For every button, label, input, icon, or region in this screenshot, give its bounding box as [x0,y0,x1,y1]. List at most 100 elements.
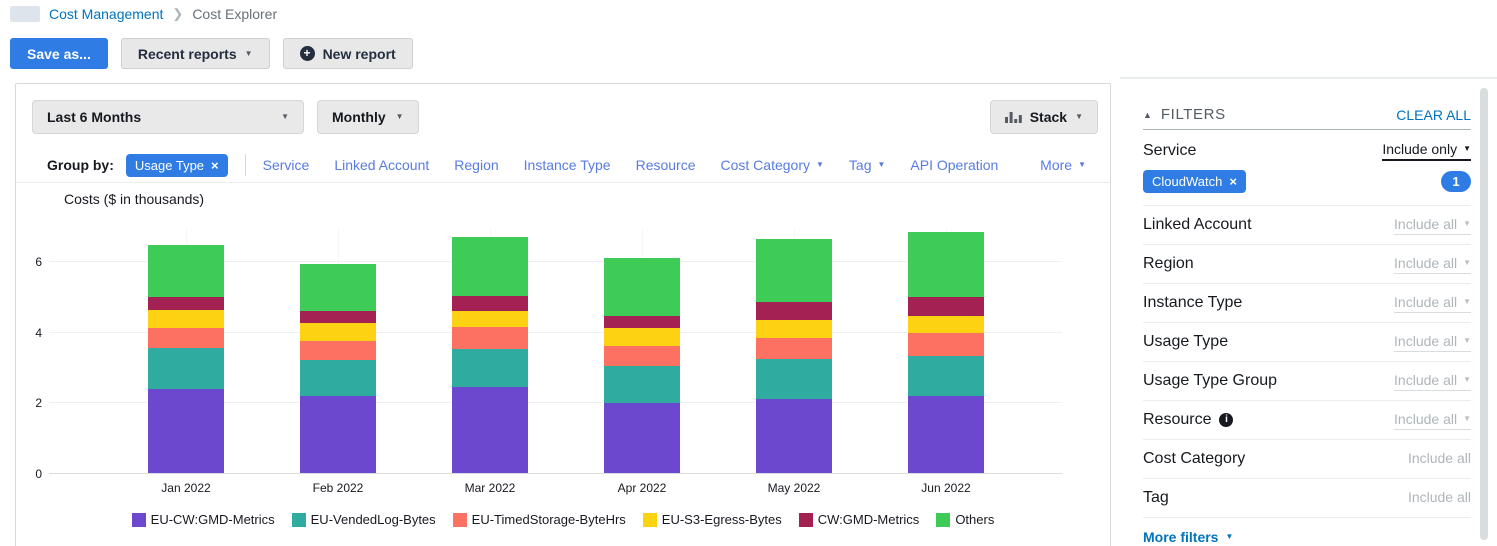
more-filters-link[interactable]: More filters ▼ [1143,529,1233,545]
group-by-link-tag[interactable]: Tag ▼ [849,157,886,173]
filter-label-usage-type: Usage Type [1143,333,1228,351]
filter-chip-cloudwatch[interactable]: CloudWatch × [1143,170,1246,193]
bar-segment-cw-gmd-metrics[interactable] [756,302,832,321]
stacked-bar-apr-2022[interactable] [604,257,680,473]
bar-segment-others[interactable] [908,231,984,297]
bar-segment-eu-s3-egress-bytes[interactable] [452,311,528,328]
stacked-bar-may-2022[interactable] [756,239,832,473]
bar-segment-others[interactable] [452,237,528,297]
filter-mode-region[interactable]: Include all ▼ [1394,255,1471,274]
bar-segment-eu-s3-egress-bytes[interactable] [148,309,224,328]
bar-segment-eu-vendedlog-bytes[interactable] [908,356,984,396]
bar-segment-others[interactable] [300,263,376,311]
legend-item-cw-gmd-metrics: CW:GMD-Metrics [798,512,919,527]
group-by-link-service[interactable]: Service [263,157,310,173]
bar-segment-eu-cw-gmd-metrics[interactable] [300,396,376,473]
group-by-label: Group by: [47,157,114,173]
bar-segment-eu-timedstorage-bytehrs[interactable] [756,338,832,360]
recent-reports-label: Recent reports [137,45,237,62]
filter-label-linked-account: Linked Account [1143,216,1252,234]
bar-segment-eu-vendedlog-bytes[interactable] [452,349,528,387]
bar-segment-cw-gmd-metrics[interactable] [452,296,528,312]
group-by-link-region[interactable]: Region [454,157,498,173]
bar-segment-eu-timedstorage-bytehrs[interactable] [604,345,680,367]
bar-segment-eu-s3-egress-bytes[interactable] [908,315,984,333]
x-axis-label: Feb 2022 [312,481,364,495]
bar-segment-eu-vendedlog-bytes[interactable] [604,366,680,404]
group-by-link-instance-type[interactable]: Instance Type [524,157,611,173]
filter-label-resource: Resource i [1143,411,1234,429]
bar-segment-eu-timedstorage-bytehrs[interactable] [452,327,528,350]
filter-mode-tag[interactable]: Include all [1408,489,1471,507]
filter-label-text: Service [1143,142,1197,159]
chevron-up-icon[interactable]: ▲ [1143,110,1152,120]
stacked-bar-jan-2022[interactable] [148,244,224,473]
bar-segment-cw-gmd-metrics[interactable] [148,296,224,310]
chart-style-dropdown[interactable]: Stack ▼ [989,100,1098,134]
divider [1120,77,1497,79]
legend-swatch [798,512,813,527]
bar-segment-others[interactable] [756,239,832,303]
group-by-more-label: More [1040,157,1073,173]
bar-chart-icon [1004,109,1022,126]
bar-segment-cw-gmd-metrics[interactable] [300,310,376,323]
link-label: Instance Type [523,157,611,173]
granularity-dropdown[interactable]: Monthly ▼ [317,100,419,134]
group-by-links: Service Linked Account Region Instance Type… [263,157,1041,173]
info-icon[interactable]: i [1219,413,1234,427]
action-bar: Save as... Recent reports ▼ + New report [10,38,413,69]
bar-segment-others[interactable] [604,257,680,316]
bar-segment-eu-vendedlog-bytes[interactable] [300,360,376,396]
bar-segment-others[interactable] [148,244,224,297]
bar-segment-cw-gmd-metrics[interactable] [908,296,984,316]
date-range-dropdown[interactable]: Last 6 Months ▼ [32,100,304,134]
filter-label-text: Tag [1143,489,1169,506]
group-by-link-api-operation[interactable]: API Operation [910,157,998,173]
bar-segment-eu-timedstorage-bytehrs[interactable] [908,332,984,357]
vertical-scrollbar[interactable] [1480,88,1488,540]
group-by-chip-usage-type[interactable]: Usage Type × [125,153,228,177]
filter-mode-resource[interactable]: Include all ▼ [1394,411,1471,430]
bar-segment-cw-gmd-metrics[interactable] [604,315,680,329]
chevron-down-icon: ▼ [1463,144,1471,153]
group-by-link-resource[interactable]: Resource [636,157,696,173]
save-as-button[interactable]: Save as... [10,38,108,69]
filter-mode-linked-account[interactable]: Include all ▼ [1394,216,1471,235]
chart-style-value: Stack [1029,109,1068,125]
breadcrumb-cost-management[interactable]: Cost Management [49,6,163,22]
group-by-link-linked-account[interactable]: Linked Account [334,157,429,173]
filter-mode-cost-category[interactable]: Include all [1408,450,1471,468]
stacked-bar-feb-2022[interactable] [300,263,376,473]
bar-segment-eu-cw-gmd-metrics[interactable] [604,403,680,473]
bar-segment-eu-s3-egress-bytes[interactable] [604,328,680,346]
filter-row-instance-type: Instance Type Include all ▼ [1143,284,1471,323]
filter-mode-instance-type[interactable]: Include all ▼ [1394,294,1471,313]
chart-toolbar: Last 6 Months ▼ Monthly ▼ Stack ▼ [32,100,1098,134]
page: Cost Management ❯ Cost Explorer Save as.… [0,0,1497,546]
legend-label: EU-TimedStorage-ByteHrs [471,512,626,527]
bar-segment-eu-timedstorage-bytehrs[interactable] [148,327,224,348]
filter-mode-service[interactable]: Include only ▼ [1382,141,1471,161]
group-by-link-cost-category[interactable]: Cost Category ▼ [721,157,824,173]
bar-segment-eu-s3-egress-bytes[interactable] [756,320,832,339]
bar-segment-eu-cw-gmd-metrics[interactable] [756,398,832,473]
recent-reports-button[interactable]: Recent reports ▼ [120,38,270,69]
close-icon[interactable]: × [211,159,219,172]
group-by-more-link[interactable]: More ▼ [1040,157,1086,173]
bar-segment-eu-cw-gmd-metrics[interactable] [148,389,224,473]
stacked-bar-jun-2022[interactable] [908,231,984,473]
filter-mode-usage-type-group[interactable]: Include all ▼ [1394,372,1471,391]
filter-mode-usage-type[interactable]: Include all ▼ [1394,333,1471,352]
bar-segment-eu-timedstorage-bytehrs[interactable] [300,340,376,360]
bar-segment-eu-s3-egress-bytes[interactable] [300,322,376,341]
bar-segment-eu-cw-gmd-metrics[interactable] [452,386,528,473]
filter-label-instance-type: Instance Type [1143,294,1242,312]
stacked-bar-mar-2022[interactable] [452,237,528,473]
clear-all-link[interactable]: CLEAR ALL [1396,107,1471,123]
new-report-button[interactable]: + New report [282,38,413,69]
close-icon[interactable]: × [1229,175,1237,188]
bar-segment-eu-cw-gmd-metrics[interactable] [908,396,984,473]
bar-segment-eu-vendedlog-bytes[interactable] [756,359,832,399]
chevron-right-icon: ❯ [172,6,184,21]
bar-segment-eu-vendedlog-bytes[interactable] [148,347,224,389]
